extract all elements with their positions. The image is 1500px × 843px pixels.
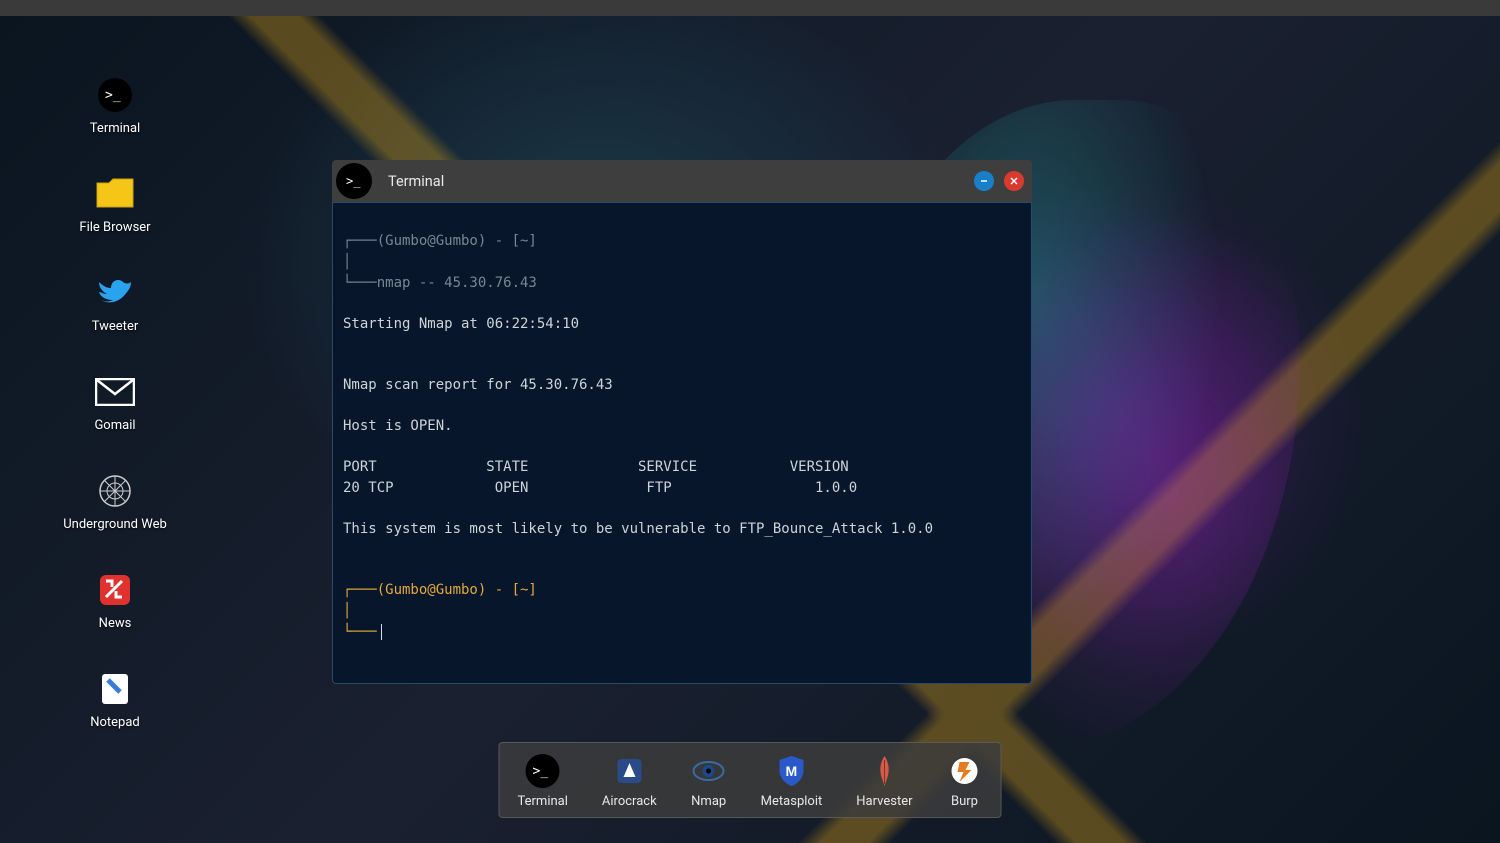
desktop-icon-label: Tweeter bbox=[92, 319, 139, 334]
svg-text:>_: >_ bbox=[346, 174, 361, 188]
prompt-block-2: ┌───(Gumbo@Gumbo) - [~] │ └─── bbox=[343, 580, 1021, 643]
desktop-icon-label: Underground Web bbox=[63, 517, 167, 532]
desktop-icon-underground-web[interactable]: Underground Web bbox=[60, 471, 170, 532]
terminal-output-line: Nmap scan report for 45.30.76.43 bbox=[343, 375, 1021, 396]
dock-item-label: Terminal bbox=[518, 794, 568, 809]
news-icon bbox=[95, 570, 135, 610]
shield-icon: M bbox=[773, 753, 809, 789]
terminal-icon: >_ bbox=[525, 753, 561, 789]
terminal-output-row: 20 TCP OPEN FTP 1.0.0 bbox=[343, 478, 1021, 499]
desktop-icon-tweeter[interactable]: Tweeter bbox=[60, 273, 170, 334]
dock-item-label: Airocrack bbox=[602, 794, 657, 809]
terminal-icon: >_ bbox=[336, 163, 372, 199]
minimize-button[interactable] bbox=[974, 171, 994, 191]
prompt-line: ┌───(Gumbo@Gumbo) - [~] bbox=[343, 233, 537, 249]
terminal-output-line: Starting Nmap at 06:22:54:10 bbox=[343, 314, 1021, 335]
terminal-window[interactable]: >_ Terminal ┌───(Gumbo@Gumbo) - [~] │ └─… bbox=[332, 160, 1032, 684]
window-controls bbox=[974, 171, 1024, 191]
prompt-block-1: ┌───(Gumbo@Gumbo) - [~] │ └───nmap -- 45… bbox=[343, 231, 1021, 294]
desktop-icon-label: News bbox=[99, 616, 132, 631]
desktop-icon-terminal[interactable]: >_ Terminal bbox=[60, 75, 170, 136]
notepad-icon bbox=[95, 669, 135, 709]
desktop-icon-label: File Browser bbox=[79, 220, 150, 235]
desktop-icon-gomail[interactable]: Gomail bbox=[60, 372, 170, 433]
dock-item-terminal[interactable]: >_ Terminal bbox=[518, 753, 568, 809]
dock: >_ Terminal Airocrack Nmap M Metasploit … bbox=[499, 742, 1002, 818]
window-title: Terminal bbox=[388, 173, 444, 190]
svg-text:M: M bbox=[785, 763, 797, 779]
dock-item-label: Burp bbox=[951, 794, 978, 809]
prompt-line: │ bbox=[343, 254, 351, 270]
window-titlebar[interactable]: >_ Terminal bbox=[332, 160, 1032, 202]
prompt-line: └─── bbox=[343, 624, 377, 640]
web-icon bbox=[95, 471, 135, 511]
svg-text:>_: >_ bbox=[533, 764, 549, 779]
prompt-command-line: └───nmap -- 45.30.76.43 bbox=[343, 275, 537, 291]
dock-item-nmap[interactable]: Nmap bbox=[691, 753, 727, 809]
dock-item-airocrack[interactable]: Airocrack bbox=[602, 753, 657, 809]
svg-text:>_: >_ bbox=[105, 88, 121, 103]
dock-item-label: Metasploit bbox=[761, 794, 823, 809]
terminal-icon: >_ bbox=[95, 75, 135, 115]
terminal-content[interactable]: ┌───(Gumbo@Gumbo) - [~] │ └───nmap -- 45… bbox=[332, 202, 1032, 684]
desktop-icon-file-browser[interactable]: File Browser bbox=[60, 174, 170, 235]
dock-item-burp[interactable]: Burp bbox=[946, 753, 982, 809]
terminal-cursor bbox=[381, 624, 383, 640]
desktop-icon-label: Gomail bbox=[94, 418, 135, 433]
terminal-output-header: PORT STATE SERVICE VERSION bbox=[343, 457, 1021, 478]
terminal-output-line: Host is OPEN. bbox=[343, 416, 1021, 437]
terminal-output-line: This system is most likely to be vulnera… bbox=[343, 519, 1021, 540]
envelope-icon bbox=[95, 372, 135, 412]
desktop-icons-column: >_ Terminal File Browser Tweeter Gomail … bbox=[60, 75, 170, 730]
airocrack-icon bbox=[611, 753, 647, 789]
close-button[interactable] bbox=[1004, 171, 1024, 191]
prompt-line: ┌───(Gumbo@Gumbo) - [~] bbox=[343, 582, 537, 598]
desktop-icon-notepad[interactable]: Notepad bbox=[60, 669, 170, 730]
feather-icon bbox=[866, 753, 902, 789]
prompt-line: │ bbox=[343, 603, 351, 619]
desktop-icon-label: Terminal bbox=[90, 121, 140, 136]
bird-icon bbox=[95, 273, 135, 313]
desktop-icon-label: Notepad bbox=[90, 715, 140, 730]
dock-item-metasploit[interactable]: M Metasploit bbox=[761, 753, 823, 809]
burp-icon bbox=[946, 753, 982, 789]
dock-item-label: Nmap bbox=[691, 794, 726, 809]
dock-item-label: Harvester bbox=[856, 794, 912, 809]
desktop-icon-news[interactable]: News bbox=[60, 570, 170, 631]
folder-icon bbox=[95, 174, 135, 214]
eye-icon bbox=[691, 753, 727, 789]
dock-item-harvester[interactable]: Harvester bbox=[856, 753, 912, 809]
top-panel bbox=[0, 0, 1500, 16]
